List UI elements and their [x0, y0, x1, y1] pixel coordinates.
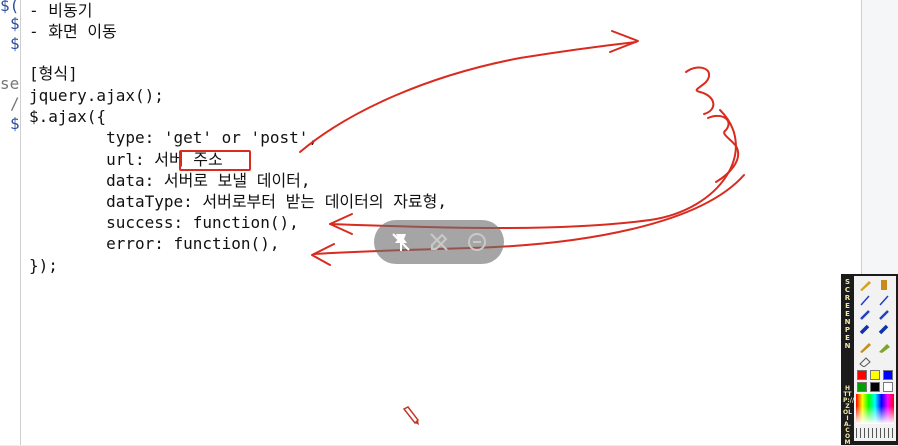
editor-fragment: / [10, 94, 20, 113]
editor-fragment: $ [10, 34, 20, 53]
note-line: type: 'get' or 'post', [29, 128, 318, 147]
note-line: dataType: 서버로부터 받는 데이터의 자료형, [29, 192, 448, 211]
thin-pen-icon[interactable] [857, 293, 873, 307]
floating-control-overlay[interactable] [374, 220, 504, 264]
note-line: data: 서버로 보낼 데이터, [29, 171, 311, 190]
note-line: - 화면 이동 [29, 22, 117, 41]
pen-width-slider[interactable] [856, 428, 894, 438]
pen-off-icon[interactable] [426, 229, 452, 255]
editor-fragment: se [0, 74, 20, 93]
screen-pen-toolbar[interactable]: SCREEN PEN HTTP://ZOLIA.COM [841, 274, 898, 446]
color-swatch-white[interactable] [883, 382, 893, 392]
note-line: error: function(), [29, 234, 280, 253]
thick-pen-icon[interactable] [857, 323, 873, 337]
note-line: jquery.ajax(); [29, 86, 164, 105]
eraser-icon[interactable] [857, 354, 873, 368]
color-spectrum-picker[interactable] [856, 394, 894, 424]
pen-tool-panel [854, 276, 896, 441]
medium-pen-icon[interactable] [857, 308, 873, 322]
pencil-icon[interactable] [857, 340, 873, 354]
pen-cursor-icon [402, 406, 419, 425]
editor-fragment: $ [10, 114, 20, 133]
color-swatch-yellow[interactable] [870, 370, 880, 380]
color-swatch-red[interactable] [857, 370, 867, 380]
note-line: [형식] [29, 64, 78, 83]
screen-pen-url: HTTP://ZOLIA.COM [843, 385, 855, 446]
url-highlight-box [179, 150, 251, 171]
color-swatch-green[interactable] [857, 382, 867, 392]
note-line: success: function(), [29, 213, 299, 232]
editor-fragment: $( [0, 0, 20, 15]
thin-pen-icon[interactable] [876, 293, 892, 307]
note-line: $.ajax({ [29, 107, 107, 126]
note-line: - 비동기 [29, 1, 93, 20]
editor-fragment: $ [10, 14, 20, 33]
medium-pen-icon[interactable] [876, 308, 892, 322]
marker-icon[interactable] [876, 340, 892, 354]
minus-circle-icon[interactable] [464, 229, 490, 255]
screen-pen-label: SCREEN PEN [844, 278, 851, 350]
color-swatch-blue[interactable] [883, 370, 893, 380]
pin-off-icon[interactable] [388, 229, 414, 255]
color-swatch-black[interactable] [870, 382, 880, 392]
pencil-icon[interactable] [857, 278, 873, 292]
note-line: }); [29, 256, 58, 275]
highlighter-icon[interactable] [876, 278, 892, 292]
thick-pen-icon[interactable] [876, 323, 892, 337]
